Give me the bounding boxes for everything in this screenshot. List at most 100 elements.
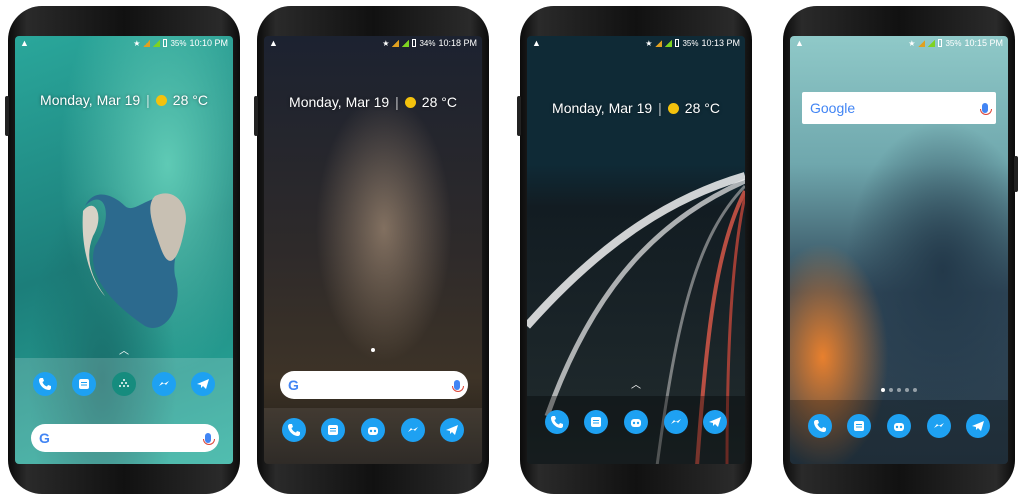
telegram-app-button[interactable]: [440, 418, 465, 442]
signal-icon: [655, 39, 663, 47]
microphone-icon[interactable]: [980, 103, 992, 115]
chevron-up-icon[interactable]: ︿: [119, 342, 129, 357]
app-drawer-button[interactable]: [111, 372, 136, 396]
telegram-icon: [197, 379, 210, 389]
google-search-bar[interactable]: G: [31, 424, 219, 452]
sun-icon: [155, 94, 167, 106]
status-bar: ▲ ★ 35% 10:10 PM: [15, 36, 233, 50]
phone-icon: [287, 424, 300, 436]
messages-app-button[interactable]: [584, 410, 609, 434]
messages-app-button[interactable]: [321, 418, 346, 442]
messenger-app-button[interactable]: [926, 414, 951, 438]
phone-app-button[interactable]: [544, 410, 569, 434]
star-icon: ★: [645, 38, 653, 48]
phone-app-button[interactable]: [281, 418, 306, 442]
signal-icon: [928, 39, 936, 47]
messenger-app-button[interactable]: [400, 418, 425, 442]
telegram-app-button[interactable]: [966, 414, 991, 438]
status-bar: ▲ ★ 35% 10:13 PM: [527, 36, 745, 50]
messages-app-button[interactable]: [72, 372, 97, 396]
battery-level: 34%: [419, 38, 436, 48]
messenger-app-button[interactable]: [151, 372, 176, 396]
messages-app-button[interactable]: [847, 414, 872, 438]
messenger-icon: [158, 381, 169, 386]
status-time: 10:13 PM: [701, 38, 740, 48]
phone-icon: [550, 416, 563, 428]
phone-3: ▲ ★ 35% 10:13 PM Monday, Mar 19 | 28 °C …: [517, 6, 752, 494]
phone-app-button[interactable]: [807, 414, 832, 438]
app-drawer-icon: [118, 379, 129, 387]
warning-icon: ▲: [795, 38, 804, 48]
messenger-icon: [933, 423, 944, 428]
telegram-app-button[interactable]: [703, 410, 728, 434]
messages-icon: [328, 425, 339, 435]
robot-app-button[interactable]: [623, 410, 648, 434]
status-time: 10:15 PM: [964, 38, 1003, 48]
microphone-icon[interactable]: [203, 433, 215, 445]
temperature-label[interactable]: 28 °C: [173, 92, 208, 108]
status-time: 10:10 PM: [189, 38, 228, 48]
google-g-icon: G: [39, 430, 50, 446]
sun-icon: [404, 96, 416, 108]
telegram-app-button[interactable]: [191, 372, 216, 396]
battery-icon: [938, 39, 943, 47]
phone-4: ▲ ★ 35% 10:15 PM Google: [783, 6, 1018, 494]
warning-icon: ▲: [20, 38, 29, 48]
page-indicator: [881, 388, 917, 392]
wallpaper-island: [82, 193, 186, 328]
signal-icon: [143, 39, 151, 47]
google-search-bar[interactable]: G: [280, 371, 468, 399]
signal-icon: [918, 39, 926, 47]
signal-icon: [665, 39, 673, 47]
phone-2: ▲ ★ 34% 10:18 PM Monday, Mar 19 | 28 °C …: [254, 6, 489, 494]
messenger-icon: [670, 419, 681, 424]
date-label[interactable]: Monday, Mar 19: [40, 92, 140, 108]
google-logo: Google: [810, 100, 856, 116]
phone-app-button[interactable]: [32, 372, 57, 396]
robot-icon: [893, 423, 904, 431]
dock: [790, 414, 1008, 438]
chevron-up-icon[interactable]: ︿: [631, 376, 641, 391]
robot-app-button[interactable]: [360, 418, 385, 442]
microphone-icon[interactable]: [452, 380, 464, 392]
messages-icon: [854, 421, 865, 431]
temperature-label[interactable]: 28 °C: [422, 94, 457, 110]
temperature-label[interactable]: 28 °C: [685, 100, 720, 116]
robot-app-button[interactable]: [886, 414, 911, 438]
status-bar: ▲ ★ 35% 10:15 PM: [790, 36, 1008, 50]
dock: [264, 418, 482, 442]
google-g-icon: G: [288, 377, 299, 393]
home-screen-2[interactable]: ▲ ★ 34% 10:18 PM Monday, Mar 19 | 28 °C …: [264, 36, 482, 464]
at-a-glance-widget[interactable]: Monday, Mar 19 | 28 °C: [527, 100, 745, 116]
google-search-widget[interactable]: Google: [802, 92, 996, 124]
date-label[interactable]: Monday, Mar 19: [552, 100, 652, 116]
page-indicator: [371, 348, 375, 352]
phone-icon: [813, 420, 826, 432]
battery-icon: [163, 39, 168, 47]
home-screen-1[interactable]: ▲ ★ 35% 10:10 PM Monday, Mar 19 | 28 °C …: [15, 36, 233, 464]
star-icon: ★: [382, 38, 390, 48]
phone-icon: [38, 378, 51, 390]
signal-icon: [402, 39, 410, 47]
star-icon: ★: [908, 38, 916, 48]
telegram-icon: [972, 421, 985, 431]
star-icon: ★: [133, 38, 141, 48]
telegram-icon: [446, 425, 459, 435]
at-a-glance-widget[interactable]: Monday, Mar 19 | 28 °C: [15, 92, 233, 108]
robot-icon: [630, 419, 641, 427]
messenger-icon: [407, 427, 418, 432]
battery-level: 35%: [682, 38, 699, 48]
messages-icon: [79, 379, 90, 389]
home-screen-3[interactable]: ▲ ★ 35% 10:13 PM Monday, Mar 19 | 28 °C …: [527, 36, 745, 464]
battery-icon: [675, 39, 680, 47]
home-screen-4[interactable]: ▲ ★ 35% 10:15 PM Google: [790, 36, 1008, 464]
battery-icon: [412, 39, 417, 47]
signal-icon: [153, 39, 161, 47]
status-bar: ▲ ★ 34% 10:18 PM: [264, 36, 482, 50]
status-time: 10:18 PM: [438, 38, 477, 48]
date-label[interactable]: Monday, Mar 19: [289, 94, 389, 110]
at-a-glance-widget[interactable]: Monday, Mar 19 | 28 °C: [264, 94, 482, 110]
dock: [527, 410, 745, 434]
battery-level: 35%: [170, 38, 187, 48]
messenger-app-button[interactable]: [663, 410, 688, 434]
